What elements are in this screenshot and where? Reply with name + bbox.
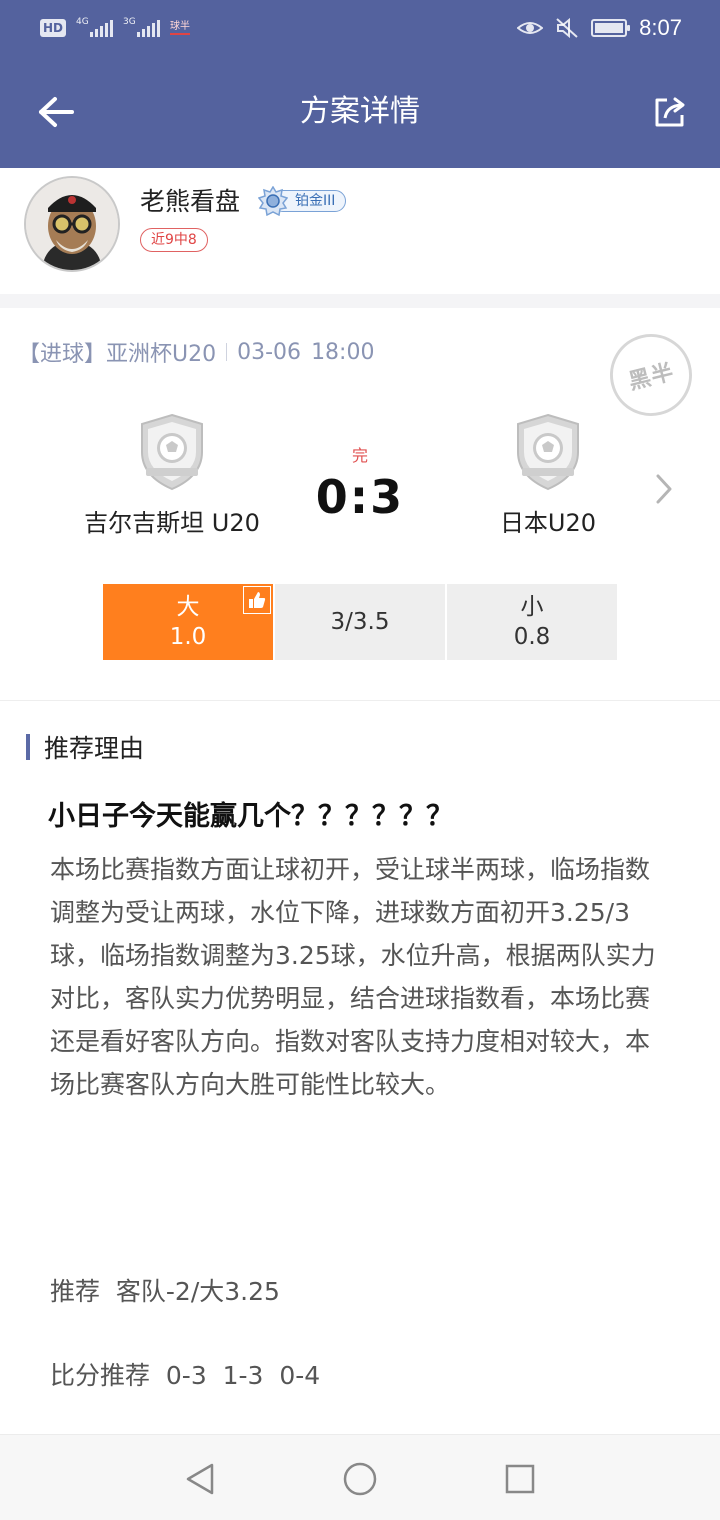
home-team-name: 吉尔吉斯坦 U20 — [84, 509, 260, 537]
nav-recents-button[interactable] — [500, 1459, 540, 1499]
odds-under-label: 小 — [520, 594, 544, 620]
away-team[interactable]: 日本U20 — [428, 412, 668, 538]
meta-separator — [226, 343, 228, 361]
match-score: 0:3 — [315, 470, 405, 524]
nav-back-button[interactable] — [180, 1459, 220, 1499]
author-section: 老熊看盘 铂金III 近9中8 — [0, 168, 720, 294]
hit-record-badge: 近9中8 — [140, 228, 208, 252]
odds-row: 大 1.0 3/3.5 小 0.8 — [103, 584, 617, 660]
system-nav-bar — [0, 1434, 720, 1520]
reason-title: 小日子今天能赢几个？？？？？？ — [48, 801, 453, 832]
match-status: 完 — [351, 446, 368, 465]
odds-over-label: 大 — [176, 594, 200, 620]
hd-indicator: HD — [40, 19, 67, 37]
shield-logo-icon — [141, 413, 203, 491]
section-header: 推荐理由 — [26, 732, 145, 763]
status-right: 8:07 — [517, 14, 682, 42]
odds-under[interactable]: 小 0.8 — [447, 584, 617, 660]
square-recents-icon — [505, 1464, 535, 1494]
match-time: 18:00 — [311, 339, 375, 365]
thumbs-up-icon — [243, 586, 271, 614]
signal-icon-1: 4G — [76, 17, 114, 37]
battery-icon — [591, 19, 631, 37]
odds-over-value: 1.0 — [169, 624, 207, 650]
app-notification-icon: 球半 — [170, 21, 191, 35]
match-meta: 【进球】 亚洲杯U20 03-06 18:00 — [18, 336, 374, 368]
shield-logo-icon — [517, 413, 579, 491]
section-divider — [0, 294, 720, 308]
rank-medal-icon — [258, 186, 288, 216]
reason-body: 本场比赛指数方面让球初开，受让球半两球，临场指数调整为受让两球，水位下降，进球数… — [50, 855, 656, 1099]
back-button[interactable] — [28, 84, 84, 140]
match-card: 【进球】 亚洲杯U20 03-06 18:00 黑半 吉尔吉斯坦 U20 完 0… — [0, 308, 720, 702]
share-icon — [655, 97, 685, 127]
author-avatar[interactable] — [24, 176, 120, 272]
match-category: 【进球】 — [18, 342, 107, 367]
eye-icon — [517, 22, 544, 34]
odds-line[interactable]: 3/3.5 — [275, 584, 445, 660]
chevron-right-icon[interactable] — [650, 472, 678, 506]
match-date: 03-06 — [237, 339, 302, 365]
circle-home-icon — [343, 1462, 377, 1496]
odds-line-value: 3/3.5 — [330, 609, 390, 635]
score-recommendation: 比分推荐 0-3 1-3 0-4 — [50, 1361, 321, 1390]
page-title: 方案详情 — [300, 94, 420, 129]
divider — [0, 700, 720, 701]
avatar-portrait-icon — [26, 178, 118, 270]
status-left: HD 4G 3G 球半 — [40, 14, 191, 42]
author-name[interactable]: 老熊看盘 — [140, 186, 240, 218]
result-stamp: 黑半 — [601, 325, 701, 425]
status-bar: HD 4G 3G 球半 8:07 — [0, 0, 720, 56]
triangle-back-icon — [186, 1463, 214, 1495]
away-team-name: 日本U20 — [499, 509, 597, 537]
home-team[interactable]: 吉尔吉斯坦 U20 — [52, 412, 292, 538]
mute-icon — [556, 17, 578, 39]
reason-section: 推荐理由 小日子今天能赢几个？？？？？？ 本场比赛指数方面让球初开，受让球半两球… — [0, 702, 720, 1434]
section-accent-bar — [26, 734, 30, 760]
back-arrow-icon — [39, 97, 74, 127]
nav-home-button[interactable] — [340, 1459, 380, 1499]
share-button[interactable] — [642, 84, 698, 140]
signal-icon-2: 3G — [123, 17, 161, 37]
odds-under-value: 0.8 — [513, 624, 551, 650]
match-league: 亚洲杯U20 — [106, 342, 217, 367]
rank-badge: 铂金III — [258, 186, 347, 216]
app-header: 方案详情 — [0, 56, 720, 168]
odds-over[interactable]: 大 1.0 — [103, 584, 273, 660]
recommendation: 推荐 客队-2/大3.25 — [50, 1277, 280, 1306]
section-title: 推荐理由 — [44, 734, 145, 763]
clock: 8:07 — [639, 15, 682, 40]
